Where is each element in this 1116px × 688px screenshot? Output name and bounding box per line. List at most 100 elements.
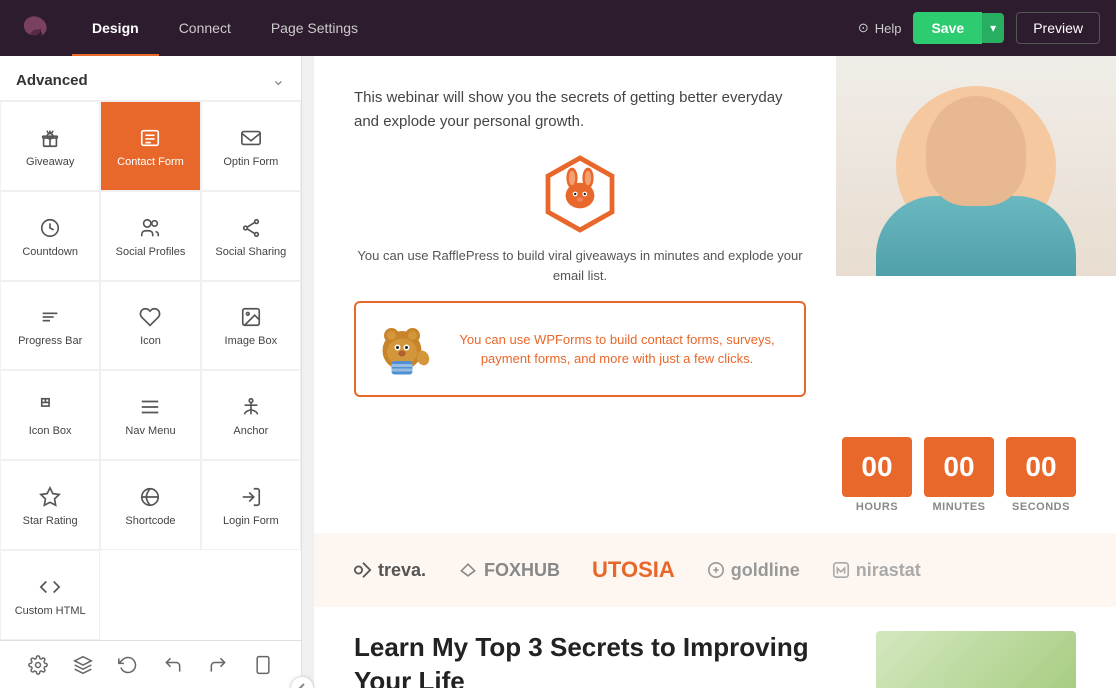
countdown-seconds-value: 00	[1006, 437, 1076, 497]
widget-label-social-profiles: Social Profiles	[116, 245, 186, 259]
wpforms-box: You can use WPForms to build contact for…	[354, 301, 806, 397]
history-icon[interactable]	[110, 647, 146, 683]
brand-logo-utosia: UTOSIA	[592, 557, 675, 583]
brand-goldline-text: goldline	[731, 560, 800, 581]
learn-text: Learn My Top 3 Secrets to Improving Your…	[354, 631, 856, 688]
webinar-section: This webinar will show you the secrets o…	[314, 56, 1116, 417]
webinar-text: This webinar will show you the secrets o…	[354, 86, 806, 134]
sidebar-title: Advanced	[16, 72, 88, 89]
email-icon	[240, 127, 262, 149]
brand-foxhub-text: FOXHUB	[484, 560, 560, 581]
countdown-seconds-label: SECONDS	[1012, 501, 1070, 513]
mobile-icon[interactable]	[245, 647, 281, 683]
widget-item-social-profiles[interactable]: Social Profiles	[100, 191, 200, 281]
star-icon	[39, 486, 61, 508]
widget-label-login-form: Login Form	[223, 514, 279, 528]
nav-tab-design[interactable]: Design	[72, 0, 159, 56]
sidebar-header: Advanced ⌄	[0, 56, 301, 101]
rafflepress-icon	[540, 154, 620, 234]
widget-item-countdown[interactable]: Countdown	[0, 191, 100, 281]
widget-label-nav-menu: Nav Menu	[125, 424, 175, 438]
share-icon	[240, 217, 262, 239]
widget-item-login-form[interactable]: Login Form	[201, 460, 301, 550]
undo-icon[interactable]	[155, 647, 191, 683]
preview-button[interactable]: Preview	[1016, 12, 1100, 44]
countdown-minutes-label: MINUTES	[933, 501, 986, 513]
nirastat-icon	[832, 561, 850, 579]
save-button-group: Save ▾	[913, 12, 1004, 44]
widget-item-star-rating[interactable]: Star Rating	[0, 460, 100, 550]
widget-item-shortcode[interactable]: Shortcode	[100, 460, 200, 550]
login-icon	[240, 486, 262, 508]
wpforms-bear-icon	[372, 319, 432, 379]
widget-item-icon-box[interactable]: Icon Box	[0, 370, 100, 460]
learn-image	[876, 631, 1076, 688]
widget-label-shortcode: Shortcode	[125, 514, 175, 528]
countdown-hours: 00 HOURS	[842, 437, 912, 513]
layers-icon[interactable]	[65, 647, 101, 683]
widget-item-social-sharing[interactable]: Social Sharing	[201, 191, 301, 281]
bottom-toolbar	[0, 640, 301, 688]
wordpress-icon	[139, 486, 161, 508]
widget-label-countdown: Countdown	[22, 245, 78, 259]
nav-right-actions: ⊙ Help Save ▾ Preview	[858, 12, 1100, 44]
logo[interactable]	[16, 10, 52, 46]
sidebar-toggle-arrow[interactable]	[290, 676, 314, 688]
widget-item-anchor[interactable]: Anchor	[201, 370, 301, 460]
code-icon	[39, 576, 61, 598]
person-image	[836, 56, 1116, 276]
face-placeholder	[926, 96, 1026, 206]
countdown-hours-value: 00	[842, 437, 912, 497]
countdown-section: 00 HOURS 00 MINUTES 00 SECONDS	[314, 417, 1116, 533]
widget-label-icon: Icon	[140, 334, 161, 348]
chevron-down-icon[interactable]: ⌄	[272, 70, 285, 90]
widget-item-contact-form[interactable]: Contact Form	[100, 101, 200, 191]
box-icon	[39, 396, 61, 418]
webinar-right	[836, 56, 1116, 276]
help-label: Help	[875, 21, 902, 36]
webinar-left: This webinar will show you the secrets o…	[314, 56, 836, 417]
bars-icon	[39, 306, 61, 328]
widget-item-nav-menu[interactable]: Nav Menu	[100, 370, 200, 460]
redo-icon[interactable]	[200, 647, 236, 683]
menu-icon	[139, 396, 161, 418]
brand-logo-foxhub: FOXHUB	[458, 560, 560, 581]
top-navigation: Design Connect Page Settings ⊙ Help Save…	[0, 0, 1116, 56]
brand-treva-text: treva.	[378, 560, 426, 581]
users-icon	[139, 217, 161, 239]
widget-label-image-box: Image Box	[225, 334, 278, 348]
brand-nirastat-text: nirastat	[856, 560, 921, 581]
widget-label-contact-form: Contact Form	[117, 155, 184, 169]
widget-label-progress-bar: Progress Bar	[18, 334, 82, 348]
learn-section: Learn My Top 3 Secrets to Improving Your…	[314, 607, 1116, 688]
logos-section: treva. FOXHUB UTOSIA goldline nirastat	[314, 533, 1116, 607]
main-content: Advanced ⌄ Giveaway Contact Form	[0, 56, 1116, 688]
widget-label-custom-html: Custom HTML	[15, 604, 86, 618]
brand-logo-goldline: goldline	[707, 560, 800, 581]
widget-label-social-sharing: Social Sharing	[215, 245, 286, 259]
treva-icon	[354, 561, 372, 579]
widget-item-optin-form[interactable]: Optin Form	[201, 101, 301, 191]
help-button[interactable]: ⊙ Help	[858, 20, 902, 36]
widget-item-icon[interactable]: Icon	[100, 281, 200, 371]
heart-icon	[139, 306, 161, 328]
canvas-area[interactable]: This webinar will show you the secrets o…	[314, 56, 1116, 688]
nav-tab-connect[interactable]: Connect	[159, 0, 251, 56]
brand-logo-nirastat: nirastat	[832, 560, 921, 581]
widget-item-image-box[interactable]: Image Box	[201, 281, 301, 371]
wpforms-text: You can use WPForms to build contact for…	[446, 330, 788, 369]
nav-tab-page-settings[interactable]: Page Settings	[251, 0, 378, 56]
save-dropdown-button[interactable]: ▾	[982, 13, 1004, 43]
help-circle-icon: ⊙	[858, 20, 869, 36]
widget-item-giveaway[interactable]: Giveaway	[0, 101, 100, 191]
widget-item-progress-bar[interactable]: Progress Bar	[0, 281, 100, 371]
image-icon	[240, 306, 262, 328]
save-button[interactable]: Save	[913, 12, 982, 44]
settings-icon[interactable]	[20, 647, 56, 683]
brand-logo-treva: treva.	[354, 560, 426, 581]
raffle-icon-container: You can use RafflePress to build viral g…	[354, 154, 806, 285]
raffle-text: You can use RafflePress to build viral g…	[354, 246, 806, 285]
foxhub-icon	[458, 562, 478, 578]
gift-icon	[39, 127, 61, 149]
widget-item-custom-html[interactable]: Custom HTML	[0, 550, 100, 640]
